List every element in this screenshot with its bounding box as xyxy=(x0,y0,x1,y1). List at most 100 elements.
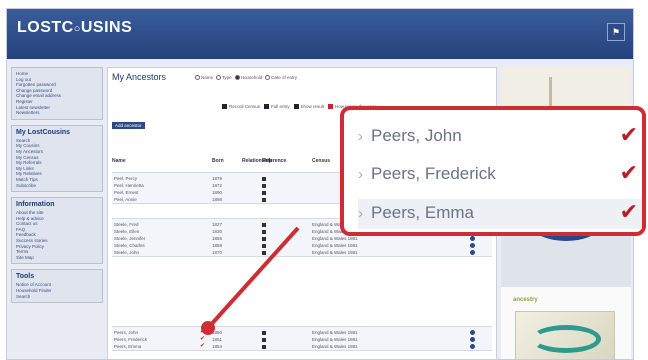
ancestor-name[interactable]: Steele, Ellen xyxy=(114,229,139,234)
tab-my-ancestors[interactable]: My Ancestors xyxy=(112,72,166,82)
info-icon[interactable] xyxy=(470,243,475,248)
census-label: England & Wales 1881 xyxy=(312,250,358,255)
checkmark-icon: ✔ xyxy=(200,336,206,342)
radio-button[interactable] xyxy=(265,75,271,81)
ancestor-name[interactable]: Peel, Ernest xyxy=(114,190,139,195)
table-row[interactable]: Peers, John ✔ 1850 England & Wales 1881 xyxy=(112,329,492,336)
sidebar-link[interactable]: Newsletters xyxy=(16,110,98,116)
birth-year: 1878 xyxy=(212,176,223,181)
logo-ring-icon: ○ xyxy=(73,23,81,35)
chevron-right-icon: › xyxy=(358,166,363,183)
ancestor-name[interactable]: Peel, Henrietta xyxy=(114,183,144,188)
zoom-callout: › Peers, John ✔ › Peers, Frederick ✔ › P… xyxy=(340,106,646,236)
sidebar-link[interactable]: Search xyxy=(16,294,98,300)
sidebar-section-title: Tools xyxy=(16,273,35,281)
birth-year: 1858 xyxy=(212,243,223,248)
reference-icon[interactable] xyxy=(262,331,266,335)
radio-button[interactable] xyxy=(195,75,200,81)
reference-icon[interactable] xyxy=(262,345,266,349)
radio-button[interactable] xyxy=(234,75,240,81)
radio-label: Name xyxy=(201,75,214,80)
ancestor-name[interactable]: Peers, John xyxy=(114,330,138,335)
checkbox[interactable] xyxy=(293,104,299,110)
reference-icon[interactable] xyxy=(262,223,266,227)
ancestry-logo: ancestry xyxy=(513,297,538,303)
chevron-right-icon: › xyxy=(358,205,363,222)
ancestor-name: Peers, Frederick xyxy=(371,164,496,183)
reference-icon[interactable] xyxy=(262,198,266,202)
reference-icon[interactable] xyxy=(262,244,266,248)
reference-icon[interactable] xyxy=(262,191,266,195)
info-icon[interactable] xyxy=(470,330,475,335)
checkmark-icon: ✔ xyxy=(619,160,638,185)
checkbox-label: Record Census xyxy=(229,104,261,109)
tab-bar: My Ancestors Name Type Household Date of en… xyxy=(112,72,492,88)
birth-year: 1890 xyxy=(212,190,223,195)
sidebar-link[interactable]: Subscribe xyxy=(16,183,98,189)
table-row[interactable]: Peers, Emma ✔ 1854 England & Wales 1881 xyxy=(112,343,492,350)
column-header[interactable]: Census xyxy=(312,158,330,164)
ancestor-name[interactable]: Peel, Percy xyxy=(114,176,137,181)
radio-label: Type xyxy=(222,75,232,80)
household-group: Peers, John ✔ 1850 England & Wales 1881 Peer… xyxy=(112,326,492,351)
checkbox[interactable] xyxy=(222,104,227,110)
ancestor-name: Peers, John xyxy=(371,126,462,145)
ancestor-name[interactable]: Peers, Emma xyxy=(114,344,141,349)
census-label: England & Wales 1881 xyxy=(312,344,358,349)
advert-ancestry[interactable]: ancestry xyxy=(501,287,631,359)
checkbox[interactable] xyxy=(328,104,334,110)
sidebar-my-lostcousins: My LostCousins Search My Cousins My Ancest… xyxy=(11,124,103,193)
ancestor-name[interactable]: Steele, Jennifer xyxy=(114,236,145,241)
reference-icon[interactable] xyxy=(262,184,266,188)
table-row[interactable]: Peers, Frederick ✔ 1851 England & Wales 188… xyxy=(112,336,492,343)
ancestor-name[interactable]: Steele, Charles xyxy=(114,243,145,248)
birth-year: 1870 xyxy=(212,250,223,255)
radio-button[interactable] xyxy=(216,75,222,81)
sort-options: Name Type Household Date of entry xyxy=(192,75,297,81)
birth-year: 1830 xyxy=(212,229,223,234)
sidebar-section-title: My LostCousins xyxy=(16,128,71,136)
table-row[interactable]: Steele, John 1870 England & Wales 1881 xyxy=(112,249,492,256)
table-row[interactable]: Steele, Jennifer 1855 England & Wales 1881 xyxy=(112,235,492,242)
info-icon[interactable] xyxy=(470,236,475,241)
flag-icon[interactable]: ⚑ xyxy=(607,23,625,41)
column-header[interactable]: Born xyxy=(212,158,224,164)
checkbox-label: Show result xyxy=(300,104,325,109)
birth-year: 1855 xyxy=(212,236,223,241)
table-row[interactable]: Steele, Charles 1858 England & Wales 1881 xyxy=(112,242,492,249)
birth-year: 1851 xyxy=(212,337,223,342)
swirl-graphic xyxy=(531,325,601,353)
checkbox-label: Full entry xyxy=(271,104,290,109)
add-ancestor-button[interactable]: Add ancestor xyxy=(112,122,145,129)
reference-icon[interactable] xyxy=(262,251,266,255)
checkbox[interactable] xyxy=(264,104,270,110)
reference-icon[interactable] xyxy=(262,230,266,234)
census-label: England & Wales 1881 xyxy=(312,236,358,241)
birth-year: 1854 xyxy=(212,344,223,349)
column-header[interactable]: Reference xyxy=(262,158,286,164)
birth-year: 1850 xyxy=(212,330,223,335)
info-icon[interactable] xyxy=(470,337,475,342)
radio-label: Household xyxy=(240,75,263,80)
reference-icon[interactable] xyxy=(262,338,266,342)
ancestor-name[interactable]: Steele, Fred xyxy=(114,222,139,227)
site-logo[interactable]: LOSTC○USINS xyxy=(17,19,132,37)
logo-text-rest: USINS xyxy=(80,19,133,36)
reference-icon[interactable] xyxy=(262,237,266,241)
ancestor-name[interactable]: Peel, Annie xyxy=(114,197,137,202)
ancestor-name[interactable]: Steele, John xyxy=(114,250,139,255)
callout-row[interactable]: › Peers, Emma ✔ xyxy=(358,199,642,229)
info-icon[interactable] xyxy=(470,344,475,349)
ancestor-name[interactable]: Peers, Frederick xyxy=(114,337,147,342)
info-icon[interactable] xyxy=(470,250,475,255)
chevron-right-icon: › xyxy=(358,128,363,145)
column-header[interactable]: Name xyxy=(112,158,126,164)
callout-row[interactable]: › Peers, Frederick ✔ xyxy=(358,160,642,190)
sidebar-information: Information About the site Help & advice C… xyxy=(11,197,103,265)
callout-row[interactable]: › Peers, John ✔ xyxy=(358,122,642,152)
sidebar-link[interactable]: Site Map xyxy=(16,255,98,261)
reference-icon[interactable] xyxy=(262,177,266,181)
census-label: England & Wales 1881 xyxy=(312,337,358,342)
site-header: LOSTC○USINS ⚑ xyxy=(7,9,633,59)
sidebar-account-box: Home Log out Forgotten password Change pass… xyxy=(11,67,103,120)
